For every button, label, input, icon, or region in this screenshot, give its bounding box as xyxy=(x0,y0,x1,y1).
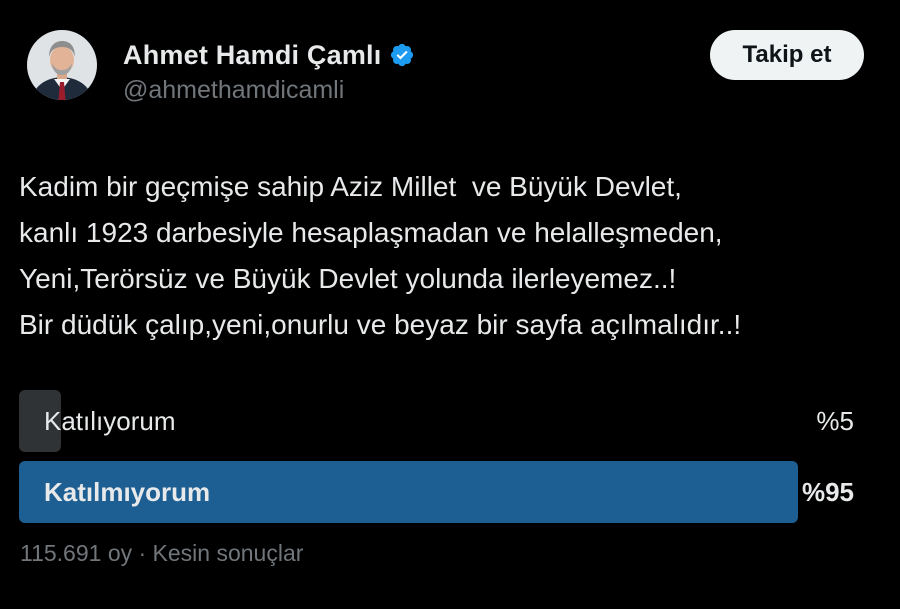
tweet-text-line: kanlı 1923 darbesiyle hesaplaşmadan ve h… xyxy=(19,217,723,248)
author-handle[interactable]: @ahmethamdicamli xyxy=(123,76,344,105)
poll-option-percent: %95 xyxy=(801,476,854,507)
poll-option-percent: %5 xyxy=(816,405,854,436)
tweet-text-line: Bir düdük çalıp,yeni,onurlu ve beyaz bir… xyxy=(19,309,742,340)
poll-option-agree: Katılıyorum %5 xyxy=(19,390,864,452)
tweet-card: Ahmet Hamdi Çamlı @ahmethamdicamli Takip… xyxy=(0,0,900,609)
poll-option-label: Katılmıyorum xyxy=(44,476,211,507)
author-display-name[interactable]: Ahmet Hamdi Çamlı xyxy=(123,40,381,71)
poll-option-disagree: Katılmıyorum %95 xyxy=(19,461,864,523)
tweet-text: Kadim bir geçmişe sahip Aziz Millet ve B… xyxy=(19,164,889,348)
poll-footer: 115.691 oy · Kesin sonuçlar xyxy=(20,540,304,566)
tweet-text-line: Yeni,Terörsüz ve Büyük Devlet yolunda il… xyxy=(19,263,677,294)
verified-badge-icon[interactable] xyxy=(389,42,415,68)
author-name-row: Ahmet Hamdi Çamlı xyxy=(123,38,415,72)
follow-button[interactable]: Takip et xyxy=(710,30,864,80)
author-avatar[interactable] xyxy=(27,30,97,100)
tweet-text-line: Kadim bir geçmişe sahip Aziz Millet ve B… xyxy=(19,171,682,202)
poll-option-label: Katılıyorum xyxy=(44,405,176,436)
profile-photo-icon xyxy=(27,30,97,100)
